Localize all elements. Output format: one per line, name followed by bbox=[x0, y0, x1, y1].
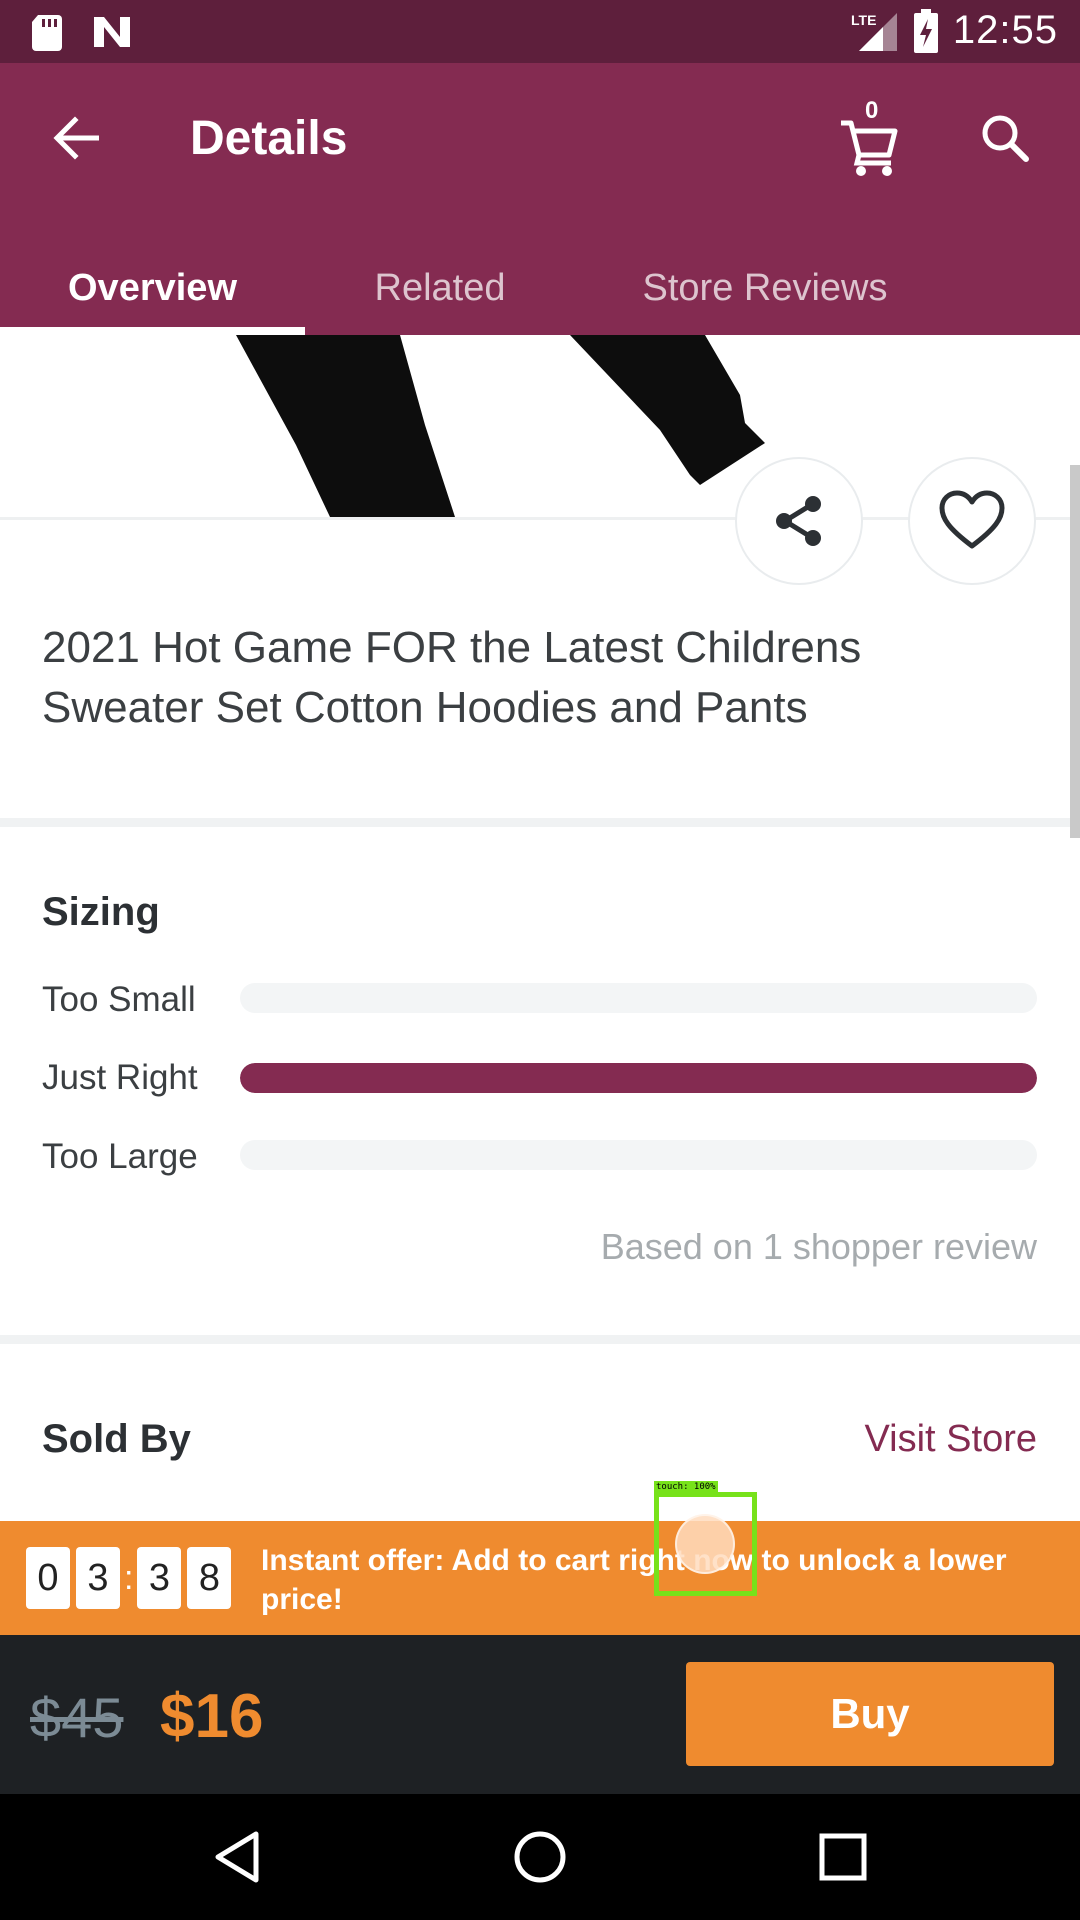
visit-store-link[interactable]: Visit Store bbox=[865, 1418, 1037, 1461]
instant-offer-banner[interactable]: 0 3 : 3 8 Instant offer: Add to cart rig… bbox=[0, 1521, 1080, 1635]
back-button[interactable] bbox=[40, 103, 110, 173]
page-title: Details bbox=[190, 112, 348, 165]
countdown-timer: 0 3 : 3 8 bbox=[26, 1547, 237, 1609]
search-icon bbox=[982, 115, 1029, 162]
size-bar-just-right bbox=[240, 1063, 1037, 1093]
nav-home-button[interactable] bbox=[505, 1822, 575, 1892]
size-bar-too-large bbox=[240, 1140, 1037, 1170]
system-nav-bar bbox=[0, 1794, 1080, 1920]
tab-bar: Overview Related Store Reviews bbox=[0, 253, 1080, 335]
sd-card-icon bbox=[32, 15, 62, 51]
tab-related[interactable]: Related bbox=[355, 253, 525, 335]
size-label-just-right: Just Right bbox=[42, 1058, 198, 1097]
favorite-button[interactable] bbox=[908, 457, 1036, 585]
section-divider bbox=[0, 1335, 1080, 1344]
recents-square-icon bbox=[819, 1833, 867, 1881]
screen: LTE 12:55 Details 0 Overview Related Sto… bbox=[0, 0, 1080, 1920]
heart-icon bbox=[939, 490, 1005, 549]
status-time: 12:55 bbox=[952, 8, 1058, 52]
nav-back-button[interactable] bbox=[202, 1822, 272, 1892]
svg-text:LTE: LTE bbox=[851, 12, 876, 28]
sale-price: $16 bbox=[160, 1682, 264, 1751]
size-fill-just-right bbox=[240, 1063, 1037, 1093]
tab-active-indicator bbox=[0, 327, 305, 335]
timer-separator: : bbox=[124, 1558, 134, 1597]
search-button[interactable] bbox=[970, 103, 1040, 173]
app-bar: Details 0 Overview Related Store Reviews bbox=[0, 63, 1080, 335]
tab-store-reviews[interactable]: Store Reviews bbox=[615, 253, 915, 335]
product-title: 2021 Hot Game FOR the Latest Childrens S… bbox=[42, 623, 862, 732]
sold-by-title: Sold By bbox=[42, 1417, 191, 1461]
original-price: $45 bbox=[30, 1686, 124, 1749]
size-bar-too-small bbox=[240, 983, 1037, 1013]
size-label-too-small: Too Small bbox=[42, 980, 196, 1019]
timer-digit: 3 bbox=[137, 1547, 182, 1609]
home-circle-icon bbox=[514, 1831, 566, 1883]
timer-digit: 3 bbox=[76, 1547, 120, 1609]
status-bar: LTE 12:55 bbox=[0, 0, 1080, 63]
timer-digit: 8 bbox=[187, 1547, 232, 1609]
scrollbar[interactable] bbox=[1070, 465, 1080, 838]
nav-recents-button[interactable] bbox=[808, 1822, 878, 1892]
sizing-title: Sizing bbox=[42, 890, 160, 934]
review-count-note: Based on 1 shopper review bbox=[600, 1226, 1037, 1267]
share-button[interactable] bbox=[735, 457, 863, 585]
n-notification-icon bbox=[94, 17, 130, 47]
cart-button[interactable]: 0 bbox=[835, 97, 905, 177]
cart-icon bbox=[841, 120, 898, 176]
section-divider bbox=[0, 818, 1080, 827]
tab-overview[interactable]: Overview bbox=[0, 253, 305, 335]
share-icon bbox=[776, 496, 821, 546]
timer-digit: 0 bbox=[26, 1547, 70, 1609]
touch-point bbox=[675, 1514, 735, 1574]
buy-bar: $45 $16 Buy bbox=[0, 1635, 1080, 1794]
back-triangle-icon bbox=[215, 1831, 259, 1883]
status-left-icons bbox=[30, 13, 132, 51]
size-label-too-large: Too Large bbox=[42, 1137, 198, 1176]
battery-charging-icon bbox=[913, 8, 938, 53]
lte-signal-icon: LTE bbox=[851, 12, 897, 51]
buy-button[interactable]: Buy bbox=[686, 1662, 1054, 1766]
back-arrow-icon bbox=[53, 116, 99, 160]
status-right-icons: LTE 12:55 bbox=[849, 8, 1058, 53]
